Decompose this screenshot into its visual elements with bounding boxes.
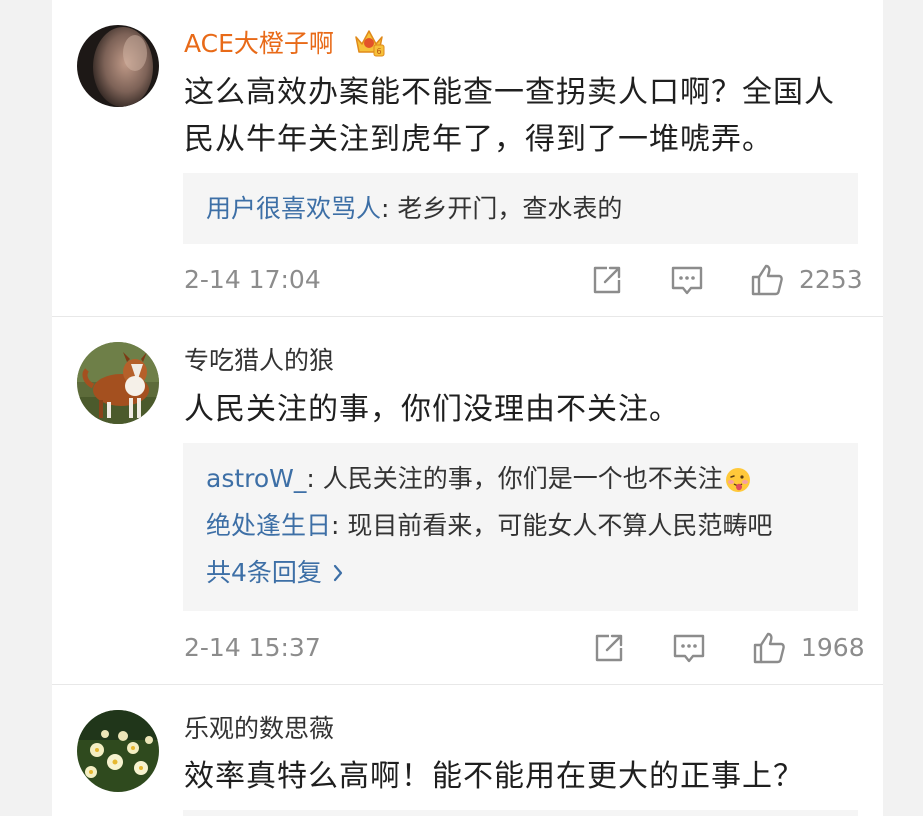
reply-author[interactable]: 用户很喜欢骂人 [206, 194, 381, 223]
svg-text:6: 6 [376, 47, 381, 56]
reply-author[interactable]: 绝处逢生日 [206, 511, 331, 540]
tongue-out-emoji [725, 468, 750, 492]
like-icon[interactable] [750, 263, 784, 297]
comment-list: ACE大橙子啊 6 这么高效办案能不能查一查拐卖人口啊？全国人民从牛年关注到虎年… [52, 0, 883, 816]
comment-icon[interactable] [672, 633, 706, 665]
divider [52, 316, 883, 317]
username[interactable]: 专吃猎人的狼 [184, 345, 334, 377]
like-count: 1968 [801, 633, 865, 662]
avatar[interactable] [77, 342, 159, 424]
comment-text: 人民关注的事，你们没理由不关注。 [184, 392, 680, 427]
crown-icon[interactable]: 6 [352, 25, 386, 59]
comment-icon[interactable] [670, 265, 704, 297]
avatar[interactable] [77, 25, 159, 107]
share-icon[interactable] [593, 632, 625, 664]
reply-preview[interactable] [183, 810, 858, 816]
reply-text: : 人民关注的事，你们是一个也不关注 [306, 464, 723, 493]
reply-text: : 现目前看来，可能女人不算人民范畴吧 [331, 511, 773, 540]
reply-author[interactable]: astroW_ [206, 464, 306, 493]
reply-preview[interactable]: 用户很喜欢骂人: 老乡开门，查水表的 [183, 173, 858, 244]
comment-text: 这么高效办案能不能查一查拐卖人口啊？全国人民从牛年关注到虎年了，得到了一堆唬弄。 [184, 75, 835, 157]
comment-text: 效率真特么高啊！能不能用在更大的正事上？ [184, 759, 804, 794]
reply-preview[interactable]: astroW_: 人民关注的事，你们是一个也不关注 绝处逢生日: 现目前看来，可… [183, 443, 858, 611]
more-replies-link[interactable]: 共4条回复 [206, 557, 344, 591]
reply-item: astroW_: 人民关注的事，你们是一个也不关注 [206, 463, 751, 495]
reply-item: 绝处逢生日: 现目前看来，可能女人不算人民范畴吧 [206, 510, 772, 542]
timestamp: 2-14 17:04 [184, 265, 321, 294]
divider [52, 684, 883, 685]
username[interactable]: 乐观的数思薇 [184, 713, 334, 745]
timestamp: 2-14 15:37 [184, 633, 321, 662]
chevron-right-icon [332, 559, 344, 591]
like-icon[interactable] [752, 631, 786, 665]
reply-item: 用户很喜欢骂人: 老乡开门，查水表的 [206, 193, 622, 225]
reply-text: : 老乡开门，查水表的 [381, 194, 623, 223]
share-icon[interactable] [591, 264, 623, 296]
more-replies-label: 共4条回复 [206, 558, 322, 587]
avatar[interactable] [77, 710, 159, 792]
like-count: 2253 [799, 265, 863, 294]
username[interactable]: ACE大橙子啊 [184, 28, 334, 60]
